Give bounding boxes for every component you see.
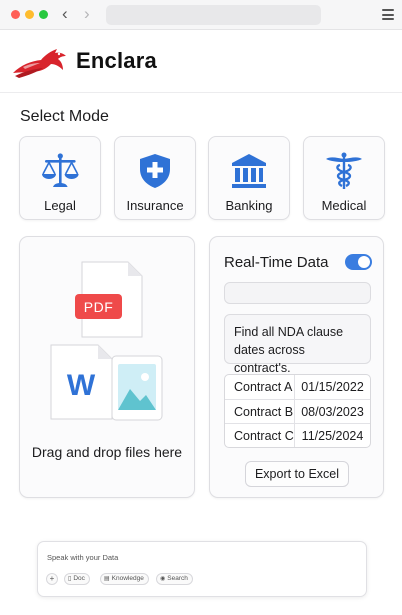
contract-date: 01/15/2022 xyxy=(301,380,364,394)
mode-label-banking: Banking xyxy=(225,198,273,213)
export-excel-button[interactable]: Export to Excel xyxy=(245,461,349,487)
mode-label-legal: Legal xyxy=(44,198,76,213)
file-illustration xyxy=(50,261,163,421)
add-attachment-button[interactable]: + xyxy=(46,573,58,585)
chat-box: + ▯ Doc ▤ Knowledge ◉ Search xyxy=(37,541,367,597)
table-row: Contract C 11/25/2024 xyxy=(225,423,370,447)
mode-card-insurance[interactable]: Insurance xyxy=(114,136,196,220)
scales-icon xyxy=(42,153,79,187)
hamburger-menu-icon[interactable] xyxy=(382,9,394,20)
results-table: Contract A 01/15/2022 Contract B 08/03/2… xyxy=(224,374,371,448)
doc-chip-label: Doc xyxy=(73,575,85,582)
mode-label-medical: Medical xyxy=(321,198,367,213)
shield-plus-icon xyxy=(140,154,170,188)
close-window-button[interactable] xyxy=(11,10,20,19)
toggle-knob xyxy=(358,256,370,268)
knowledge-chip-label: Knowledge xyxy=(111,575,144,582)
mode-card-banking[interactable]: Banking xyxy=(208,136,290,220)
query-text: Find all NDA clause dates across contrac… xyxy=(224,314,371,375)
back-icon[interactable]: ‹ xyxy=(62,5,68,23)
pdf-label: PDF xyxy=(83,299,114,315)
table-row: Contract B 08/03/2023 xyxy=(225,399,370,423)
book-icon: ▤ xyxy=(104,576,110,582)
globe-icon: ◉ xyxy=(160,576,166,582)
search-chip[interactable]: ◉ Search xyxy=(156,573,193,585)
knowledge-chip[interactable]: ▤ Knowledge xyxy=(100,573,149,585)
document-icon: ▯ xyxy=(68,576,72,582)
select-mode-heading: Select Mode xyxy=(20,108,109,125)
chat-input[interactable] xyxy=(47,550,347,564)
horse-head-icon xyxy=(13,49,66,78)
contract-name: Contract A xyxy=(225,375,295,399)
mode-card-legal[interactable]: Legal xyxy=(19,136,101,220)
browser-toolbar: ‹ › xyxy=(0,0,402,30)
caduceus-icon xyxy=(326,152,362,189)
table-row: Contract A 01/15/2022 xyxy=(225,375,370,399)
realtime-data-panel: Real-Time Data Find all NDA clause dates… xyxy=(209,236,384,498)
doc-chip[interactable]: ▯ Doc xyxy=(64,573,90,585)
address-bar[interactable] xyxy=(106,5,321,25)
contract-date: 11/25/2024 xyxy=(301,429,364,443)
contract-date: 08/03/2023 xyxy=(301,405,364,419)
realtime-toggle[interactable] xyxy=(345,254,372,270)
mode-label-insurance: Insurance xyxy=(126,198,184,213)
word-label: W xyxy=(66,369,96,402)
file-drop-zone[interactable]: PDF W Drag and drop files here xyxy=(19,236,195,498)
realtime-query-input[interactable] xyxy=(224,282,371,304)
contract-name: Contract C xyxy=(225,424,295,447)
brand-name: Enclara xyxy=(76,48,157,73)
bank-icon xyxy=(232,154,266,188)
minimize-window-button[interactable] xyxy=(25,10,34,19)
realtime-title: Real-Time Data xyxy=(224,254,329,271)
image-file-icon xyxy=(111,355,163,421)
mode-card-medical[interactable]: Medical xyxy=(303,136,385,220)
search-chip-label: Search xyxy=(167,575,188,582)
forward-icon[interactable]: › xyxy=(84,5,90,23)
contract-name: Contract B xyxy=(225,400,295,423)
maximize-window-button[interactable] xyxy=(39,10,48,19)
drop-instruction: Drag and drop files here xyxy=(31,444,183,460)
app-header: Enclara xyxy=(0,31,402,93)
